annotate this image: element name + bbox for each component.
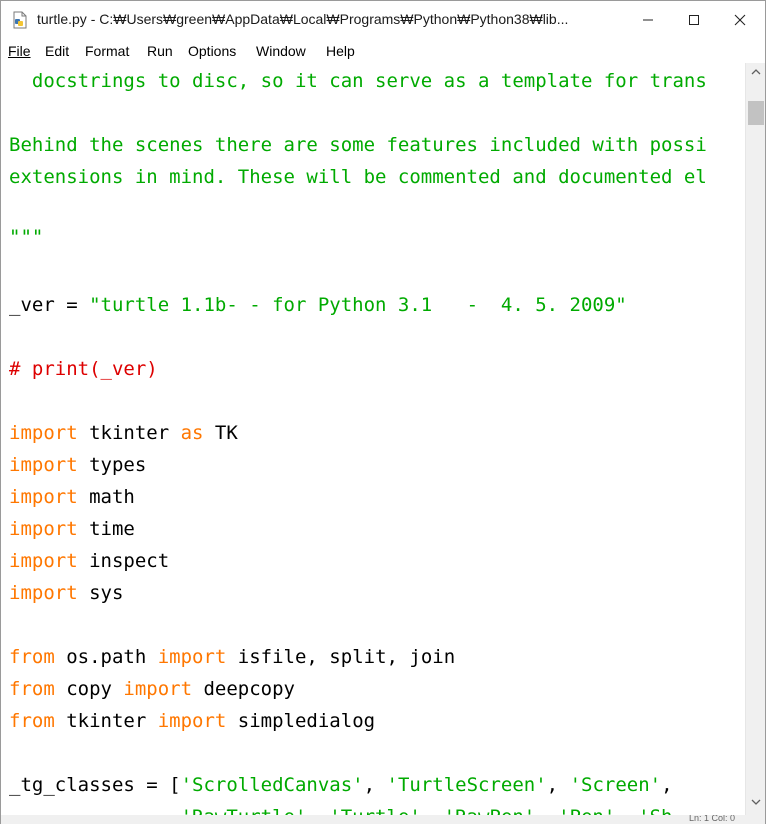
menu-options-label: Options — [188, 43, 237, 59]
code-line: _ver = "turtle 1.1b- - for Python 3.1 - … — [9, 291, 627, 319]
code-token: deepcopy — [192, 678, 295, 700]
code-string: 'Screen' — [569, 774, 662, 796]
keyword: import — [9, 486, 78, 508]
title-bar[interactable]: turtle.py - C:₩Users₩green₩AppData₩Local… — [1, 1, 765, 39]
code-string: 'TurtleScreen' — [386, 774, 547, 796]
code-token: types — [77, 454, 147, 476]
menu-window[interactable]: Window — [256, 43, 306, 59]
keyword: from — [9, 646, 55, 668]
idle-editor-window: turtle.py - C:₩Users₩green₩AppData₩Local… — [0, 0, 766, 824]
vertical-scrollbar[interactable] — [745, 63, 765, 815]
keyword: import — [9, 422, 78, 444]
scroll-up-button[interactable] — [746, 63, 766, 81]
keyword: import — [9, 582, 78, 604]
keyword: import — [9, 454, 78, 476]
keyword: import — [123, 678, 193, 700]
window-title: turtle.py - C:₩Users₩green₩AppData₩Local… — [37, 11, 569, 27]
code-line: import tkinter as TK — [9, 419, 238, 447]
code-token: _tg_classes = [ — [9, 774, 181, 796]
code-string: 'ScrolledCanvas' — [180, 774, 364, 796]
chevron-up-icon — [751, 69, 761, 75]
menu-window-label: Window — [256, 43, 306, 59]
code-token: sys — [77, 582, 124, 604]
menu-edit-label: Edit — [45, 43, 70, 59]
keyword: import — [157, 710, 227, 732]
keyword: from — [9, 710, 55, 732]
menu-file[interactable]: File — [8, 43, 31, 59]
code-token: math — [77, 486, 135, 508]
code-token: , — [363, 774, 387, 796]
menu-run-label: Run — [147, 43, 173, 59]
code-token: tkinter — [54, 710, 158, 732]
code-token: tkinter — [77, 422, 181, 444]
python-file-icon — [11, 11, 29, 29]
code-line: import math — [9, 483, 135, 511]
code-editor[interactable]: docstrings to disc, so it can serve as a… — [1, 63, 745, 815]
code-token: _ver = — [9, 294, 90, 316]
maximize-icon — [689, 15, 699, 25]
code-line: extensions in mind. These will be commen… — [9, 166, 707, 188]
code-line: import types — [9, 451, 146, 479]
close-icon — [734, 14, 746, 26]
menu-edit[interactable]: Edit — [45, 43, 69, 59]
scroll-thumb[interactable] — [748, 101, 764, 125]
code-line: """ — [9, 226, 44, 248]
code-token: , — [546, 774, 570, 796]
code-token: isfile, split, join — [226, 646, 456, 668]
code-token: inspect — [77, 550, 170, 572]
menu-bar: File Edit Format Run Options Window Help — [1, 39, 765, 63]
menu-format[interactable]: Format — [85, 43, 129, 59]
code-line: from tkinter import simpledialog — [9, 707, 375, 735]
chevron-down-icon — [751, 799, 761, 805]
code-line: 'RawTurtle', 'Turtle', 'RawPen', 'Pen', … — [9, 803, 673, 815]
scroll-down-button[interactable] — [746, 793, 766, 811]
menu-file-label: File — [8, 43, 31, 59]
menu-help-label: Help — [326, 43, 355, 59]
code-token: TK — [203, 422, 238, 444]
code-line: Behind the scenes there are some feature… — [9, 134, 707, 156]
code-token: copy — [54, 678, 124, 700]
code-comment: # print(_ver) — [9, 358, 158, 380]
minimize-button[interactable] — [625, 1, 671, 39]
code-token: os.path — [54, 646, 158, 668]
menu-run[interactable]: Run — [147, 43, 173, 59]
code-line: import time — [9, 515, 135, 543]
cursor-position: Ln: 1 Col: 0 — [688, 815, 735, 823]
menu-help[interactable]: Help — [326, 43, 355, 59]
code-string: "turtle 1.1b- - for Python 3.1 - 4. 5. 2… — [89, 294, 627, 316]
code-line: from copy import deepcopy — [9, 675, 295, 703]
maximize-button[interactable] — [671, 1, 717, 39]
code-line: from os.path import isfile, split, join — [9, 643, 455, 671]
keyword: from — [9, 678, 55, 700]
menu-options[interactable]: Options — [188, 43, 236, 59]
close-button[interactable] — [717, 1, 763, 39]
keyword: import — [9, 518, 78, 540]
code-token: time — [77, 518, 135, 540]
keyword: import — [9, 550, 78, 572]
code-token: , — [661, 774, 673, 796]
keyword: as — [180, 422, 204, 444]
minimize-icon — [643, 19, 653, 21]
code-token: simpledialog — [226, 710, 376, 732]
code-line: import inspect — [9, 547, 169, 575]
status-bar: Ln: 1 Col: 0 — [1, 815, 765, 824]
menu-format-label: Format — [85, 43, 130, 59]
code-line: docstrings to disc, so it can serve as a… — [9, 70, 707, 92]
code-line: import sys — [9, 579, 123, 607]
keyword: import — [157, 646, 227, 668]
code-line: _tg_classes = ['ScrolledCanvas', 'Turtle… — [9, 771, 673, 799]
